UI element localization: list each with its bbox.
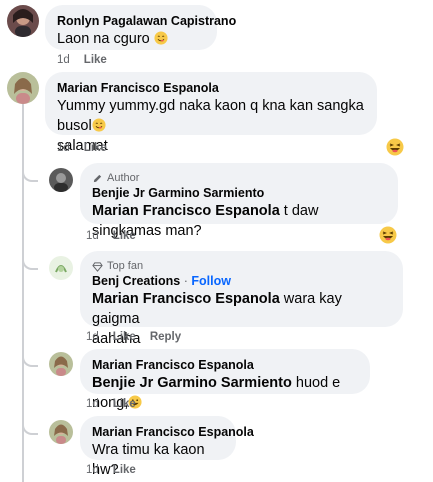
avatar[interactable] [7, 72, 39, 104]
reply-connector [22, 160, 38, 182]
follow-button[interactable]: Follow [191, 274, 231, 288]
reply-time[interactable]: 1d [86, 229, 99, 243]
comment-meta: 1d Like [57, 53, 107, 67]
author-badge-label: Author [107, 172, 140, 184]
like-button[interactable]: Like [84, 141, 107, 155]
pencil-icon [93, 174, 102, 182]
comment-meta: 1d Like [57, 141, 107, 155]
haha-reaction-icon[interactable] [386, 138, 404, 156]
like-button[interactable]: Like [113, 463, 136, 477]
comment-text-content: Laon na cguro [57, 31, 150, 47]
reply-meta: 1d Like [86, 397, 136, 411]
reply-meta: 1d Like [86, 463, 136, 477]
reply-time[interactable]: 1d [86, 463, 99, 477]
reply-author-name[interactable]: Marian Francisco Espanola [92, 357, 358, 373]
like-button[interactable]: Like [113, 397, 136, 411]
reply-bubble: Marian Francisco Espanola Wra timu ka ka… [80, 416, 254, 478]
mention-link[interactable]: Marian Francisco Espanola [92, 203, 280, 219]
avatar[interactable] [49, 352, 73, 376]
comment-time[interactable]: 1d [57, 53, 70, 67]
mention-link[interactable]: Marian Francisco Espanola [92, 291, 280, 307]
reply-bubble: Author Benjie Jr Garmino Sarmiento Maria… [80, 163, 398, 239]
like-button[interactable]: Like [113, 229, 136, 243]
reply-author-line: Benj Creations · Follow [92, 273, 391, 289]
reply-time[interactable]: 1d [86, 330, 99, 344]
reply-author-name[interactable]: Benj Creations [92, 274, 180, 288]
reply-button[interactable]: Reply [150, 330, 181, 344]
reply-text: Marian Francisco Espanola t daw singkama… [92, 201, 386, 241]
comment-text: Laon na cguro [57, 29, 205, 49]
comment-bubble: Ronlyn Pagalawan Capistrano Laon na cgur… [45, 5, 236, 50]
comment-bubble: Marian Francisco Espanola Yummy yummy.gd… [45, 72, 377, 154]
yum-emoji-icon [92, 118, 106, 132]
reply-author-name[interactable]: Benjie Jr Garmino Sarmiento [92, 185, 386, 201]
reply-time[interactable]: 1d [86, 397, 99, 411]
haha-reaction-icon[interactable] [379, 226, 397, 244]
reply-bubble: Top fan Benj Creations · Follow Marian F… [80, 251, 403, 347]
diamond-icon [92, 261, 103, 272]
reply-meta: 1d Like [86, 229, 136, 243]
separator-dot: · [183, 274, 188, 288]
avatar[interactable] [49, 168, 73, 192]
avatar[interactable] [49, 420, 73, 444]
top-fan-badge: Top fan [92, 259, 391, 273]
author-badge: Author [92, 171, 386, 185]
avatar[interactable] [7, 5, 39, 37]
comment-author-name[interactable]: Ronlyn Pagalawan Capistrano [57, 13, 236, 29]
comment-author-name[interactable]: Marian Francisco Espanola [57, 80, 365, 96]
reply-author-name[interactable]: Marian Francisco Espanola [92, 424, 254, 440]
reply-meta: 1d Like Reply [86, 330, 181, 344]
top-fan-badge-label: Top fan [107, 260, 144, 272]
like-button[interactable]: Like [84, 53, 107, 67]
like-button[interactable]: Like [113, 330, 136, 344]
avatar[interactable] [49, 256, 73, 280]
reply-connector [22, 413, 38, 435]
comment-time[interactable]: 1d [57, 141, 70, 155]
reply-bubble: Marian Francisco Espanola Benjie Jr Garm… [80, 349, 370, 411]
mention-link[interactable]: Benjie Jr Garmino Sarmiento [92, 375, 292, 391]
yum-emoji-icon [154, 31, 168, 45]
reply-connector [22, 345, 38, 367]
reply-connector [22, 248, 38, 270]
